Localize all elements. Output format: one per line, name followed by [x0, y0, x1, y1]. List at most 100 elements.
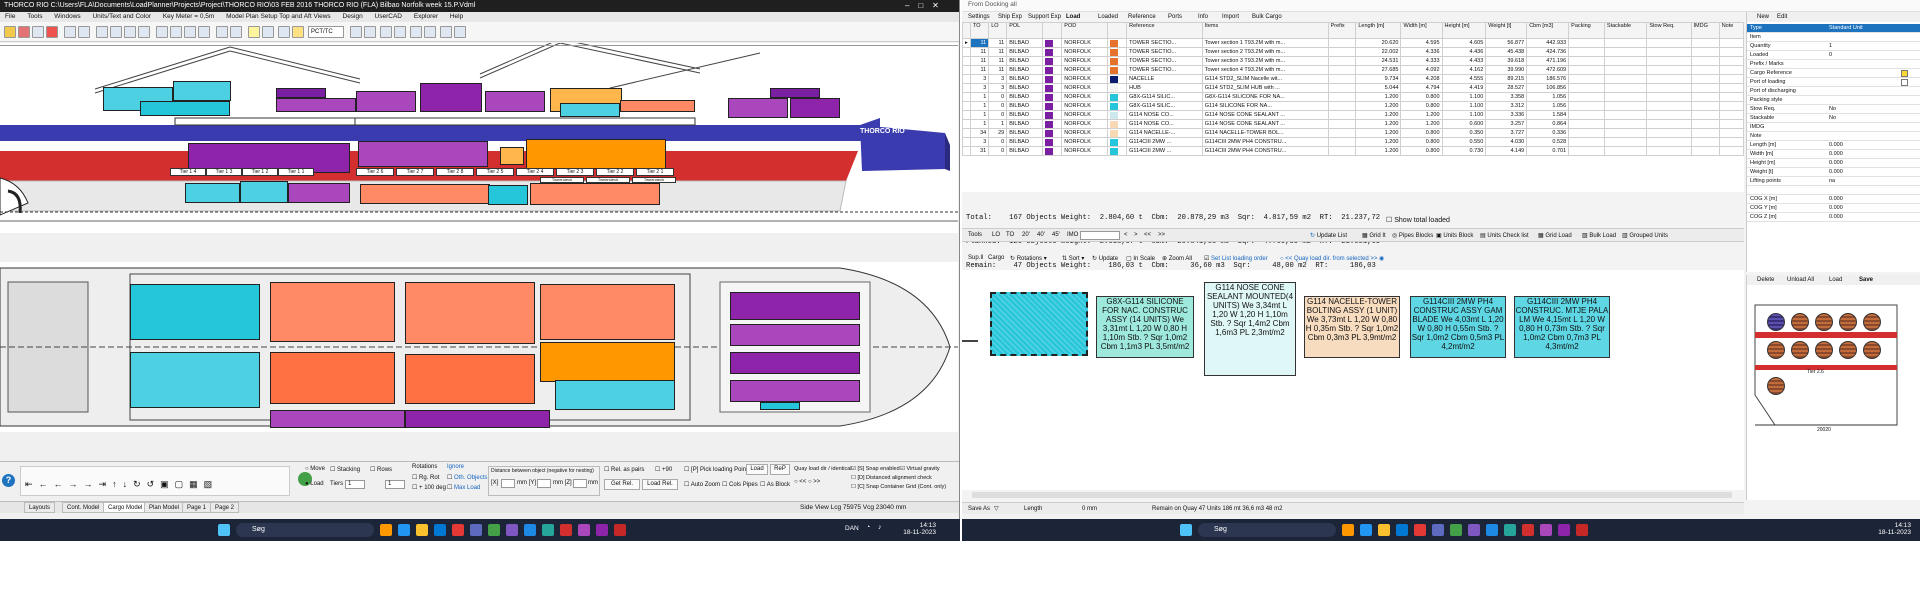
- color-swatch[interactable]: [1042, 119, 1063, 129]
- color-picker[interactable]: [1901, 79, 1908, 86]
- row-selector[interactable]: [962, 56, 971, 66]
- table-cell[interactable]: [1327, 92, 1357, 102]
- table-cell[interactable]: [1327, 101, 1357, 111]
- color-swatch[interactable]: [1042, 128, 1063, 138]
- color-swatch[interactable]: [1107, 146, 1128, 156]
- cargo-grid[interactable]: TO LO POL POD Reference Items Prefix Length [m]…: [962, 22, 1744, 192]
- show-total-loaded-checkbox[interactable]: ☐ Show total loaded: [1386, 216, 1450, 224]
- cargo-block[interactable]: [288, 183, 350, 203]
- cargo-block[interactable]: [130, 284, 260, 340]
- color-swatch[interactable]: [1107, 38, 1128, 48]
- dist-y-input[interactable]: [537, 479, 551, 488]
- table-cell[interactable]: [1327, 56, 1357, 66]
- table-cell[interactable]: [1327, 137, 1357, 147]
- mini-hold-view[interactable]: Delete Unload All Load Save Tier 2.6 200…: [1746, 275, 1920, 500]
- placement-arrows-panel[interactable]: ⇤←←→→⇥↑↓↻↺▣▢▦▧: [20, 466, 290, 496]
- color-swatch[interactable]: [1042, 137, 1063, 147]
- cargo-block[interactable]: [526, 139, 666, 169]
- table-cell[interactable]: [1327, 74, 1357, 84]
- quay-load-arrows[interactable]: ○ << ○ >>: [794, 479, 820, 485]
- explorer-icon[interactable]: [416, 524, 428, 536]
- table-cell[interactable]: G8X-G114 SILIC...: [1126, 92, 1203, 102]
- table-cell[interactable]: NORFOLK: [1061, 137, 1109, 147]
- table-cell[interactable]: [1690, 119, 1720, 129]
- table-cell[interactable]: G114 NOSE CONE SEALANT ...: [1201, 119, 1329, 129]
- view-side-icon[interactable]: [184, 26, 196, 38]
- menu-file[interactable]: File: [5, 13, 15, 20]
- acrobat-icon[interactable]: [1522, 524, 1534, 536]
- menu-explorer[interactable]: Explorer: [414, 13, 438, 20]
- table-cell[interactable]: 11: [969, 65, 990, 75]
- cargo-block[interactable]: [488, 185, 528, 205]
- filezilla-icon[interactable]: [1414, 524, 1426, 536]
- table-cell[interactable]: 106.856: [1526, 83, 1570, 93]
- word-icon[interactable]: [524, 524, 536, 536]
- cargo-block[interactable]: [358, 141, 488, 167]
- table-row[interactable]: 1 0 BILBAO NORFOLK G8X-G114 SILIC... G8X-G114…: [962, 92, 1744, 102]
- column-header[interactable]: POL: [1006, 22, 1044, 39]
- copy-icon[interactable]: [32, 26, 44, 38]
- property-value[interactable]: 0.000: [1829, 141, 1843, 150]
- table-cell[interactable]: BILBAO: [1006, 74, 1044, 84]
- next-button[interactable]: >: [1134, 232, 1138, 238]
- view-top-icon[interactable]: [170, 26, 182, 38]
- table-cell[interactable]: NORFOLK: [1061, 65, 1109, 75]
- table-cell[interactable]: G8X-G114 SILIC...: [1126, 101, 1203, 111]
- color-swatch[interactable]: [1042, 110, 1063, 120]
- table-cell[interactable]: 4.030: [1485, 137, 1528, 147]
- table-cell[interactable]: [1646, 47, 1692, 57]
- weld-icon[interactable]: [424, 26, 436, 38]
- column-header[interactable]: POD: [1061, 22, 1109, 39]
- table-cell[interactable]: [1603, 110, 1648, 120]
- table-cell[interactable]: [1327, 38, 1357, 48]
- scissors-icon[interactable]: [410, 26, 422, 38]
- table-cell[interactable]: [1603, 83, 1648, 93]
- table-cell[interactable]: 34: [969, 128, 990, 138]
- table-cell[interactable]: [1718, 38, 1744, 48]
- color-swatch[interactable]: [1042, 47, 1063, 57]
- rows-input[interactable]: 1: [385, 480, 405, 489]
- tab-cont-model[interactable]: Cont. Model: [62, 502, 105, 513]
- drum-unit[interactable]: [1815, 313, 1833, 331]
- table-cell[interactable]: BILBAO: [1006, 128, 1044, 138]
- color-swatch[interactable]: [1107, 128, 1128, 138]
- table-cell[interactable]: 1.056: [1526, 101, 1570, 111]
- table-cell[interactable]: 24.531: [1355, 56, 1402, 66]
- table-row[interactable]: ▸ 11 11 BILBAO NORFOLK TOWER SECTIO... Tower s…: [962, 38, 1744, 48]
- table-cell[interactable]: TOWER SECTIO...: [1126, 65, 1203, 75]
- zoom-all-button[interactable]: ⊕ Zoom All: [1162, 255, 1192, 262]
- property-row[interactable]: Note: [1747, 132, 1920, 141]
- max-load-checkbox[interactable]: ☐ Max Load: [447, 484, 480, 491]
- column-header[interactable]: IMDG: [1690, 22, 1720, 39]
- 40ft-button[interactable]: 40': [1037, 232, 1045, 238]
- cargo-block[interactable]: [790, 98, 840, 118]
- table-cell[interactable]: Tower section 1 T93.2M with m...: [1201, 38, 1329, 48]
- keyboard-language[interactable]: DAN: [845, 525, 859, 532]
- table-cell[interactable]: [1603, 101, 1648, 111]
- table-cell[interactable]: [1603, 146, 1648, 156]
- table-cell[interactable]: NORFOLK: [1061, 47, 1109, 57]
- table-cell[interactable]: 1.100: [1441, 110, 1487, 120]
- property-value[interactable]: No: [1829, 105, 1836, 114]
- table-cell[interactable]: [1690, 83, 1720, 93]
- table-cell[interactable]: [1646, 128, 1692, 138]
- table-cell[interactable]: [1568, 47, 1605, 57]
- table-cell[interactable]: 0: [988, 137, 1008, 147]
- table-cell[interactable]: 9.734: [1355, 74, 1402, 84]
- cargo-block[interactable]: [173, 81, 231, 101]
- table-cell[interactable]: 0.800: [1400, 146, 1443, 156]
- wifi-icon[interactable]: ◔: [866, 524, 870, 531]
- cargo-block[interactable]: [730, 380, 860, 402]
- table-cell[interactable]: [1718, 47, 1744, 57]
- table-cell[interactable]: 1.584: [1526, 110, 1570, 120]
- column-header[interactable]: Items: [1201, 22, 1329, 39]
- property-row[interactable]: Type Standard Unit: [1747, 24, 1920, 33]
- zoom-out-icon[interactable]: [110, 26, 122, 38]
- cargo-block[interactable]: [185, 183, 240, 203]
- table-cell[interactable]: G114 SILICONE FOR NA...: [1201, 101, 1329, 111]
- windows-start-icon[interactable]: [1180, 524, 1192, 536]
- cargo-block[interactable]: [500, 147, 524, 165]
- zoom-select[interactable]: PCT/TC: [308, 26, 344, 38]
- lo-button[interactable]: LO: [992, 232, 1000, 238]
- table-cell[interactable]: 3: [988, 83, 1008, 93]
